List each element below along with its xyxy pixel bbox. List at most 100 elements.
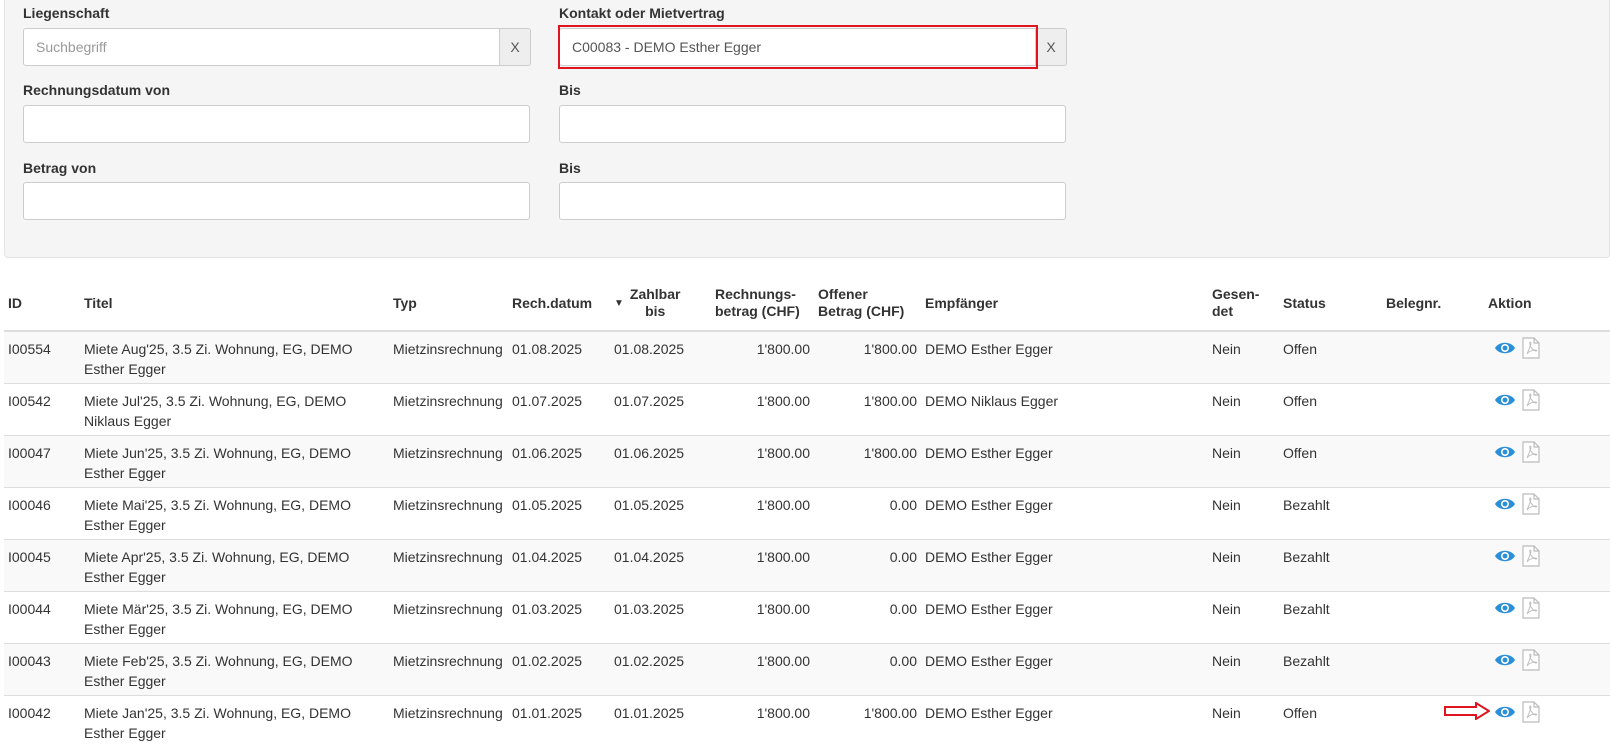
table-row[interactable]: I00043Miete Feb'25, 3.5 Zi. Wohnung, EG,… <box>4 644 1610 696</box>
cell-receipt-number <box>1382 592 1484 644</box>
property-clear-button[interactable]: X <box>499 28 531 66</box>
cell-type: Mietzinsrechnung <box>389 488 508 540</box>
header-invoice-date[interactable]: Rech.datum <box>508 276 610 331</box>
table-row[interactable]: I00542Miete Jul'25, 3.5 Zi. Wohnung, EG,… <box>4 384 1610 436</box>
red-arrow-annotation <box>1444 702 1490 720</box>
header-action: Aktion <box>1484 276 1610 331</box>
cell-actions <box>1484 384 1610 436</box>
cell-actions <box>1484 436 1610 488</box>
header-open-line2: Betrag (CHF) <box>818 303 904 319</box>
cell-status: Bezahlt <box>1279 592 1382 644</box>
header-recipient[interactable]: Empfänger <box>921 276 1208 331</box>
table-row[interactable]: I00046Miete Mai'25, 3.5 Zi. Wohnung, EG,… <box>4 488 1610 540</box>
cell-recipient: DEMO Esther Egger <box>921 331 1208 384</box>
table-row[interactable]: I00045Miete Apr'25, 3.5 Zi. Wohnung, EG,… <box>4 540 1610 592</box>
cell-sent: Nein <box>1208 592 1279 644</box>
pdf-icon[interactable] <box>1522 443 1540 459</box>
pdf-icon[interactable] <box>1522 703 1540 719</box>
cell-title: Miete Apr'25, 3.5 Zi. Wohnung, EG, DEMO … <box>80 540 389 592</box>
cell-type: Mietzinsrechnung <box>389 540 508 592</box>
date-to-input[interactable] <box>559 105 1066 143</box>
cell-open-amount: 0.00 <box>814 644 921 696</box>
cell-status: Offen <box>1279 331 1382 384</box>
cell-type: Mietzinsrechnung <box>389 644 508 696</box>
cell-id: I00044 <box>4 592 80 644</box>
cell-type: Mietzinsrechnung <box>389 384 508 436</box>
cell-title: Miete Aug'25, 3.5 Zi. Wohnung, EG, DEMO … <box>80 331 389 384</box>
header-open-amount[interactable]: OffenerBetrag (CHF) <box>814 276 921 331</box>
cell-payable-until: 01.03.2025 <box>610 592 711 644</box>
pdf-icon[interactable] <box>1522 651 1540 667</box>
cell-actions <box>1484 644 1610 696</box>
cell-invoice-date: 01.04.2025 <box>508 540 610 592</box>
cell-invoice-date: 01.06.2025 <box>508 436 610 488</box>
table-row[interactable]: I00554Miete Aug'25, 3.5 Zi. Wohnung, EG,… <box>4 331 1610 384</box>
eye-icon[interactable] <box>1494 547 1516 563</box>
header-payable-until[interactable]: ▼Zahlbarbis <box>610 276 711 331</box>
table-row[interactable]: I00042Miete Jan'25, 3.5 Zi. Wohnung, EG,… <box>4 696 1610 747</box>
header-id[interactable]: ID <box>4 276 80 331</box>
contact-clear-button[interactable]: X <box>1035 28 1067 66</box>
pdf-icon[interactable] <box>1522 339 1540 355</box>
header-title[interactable]: Titel <box>80 276 389 331</box>
cell-sent: Nein <box>1208 696 1279 747</box>
cell-title: Miete Mär'25, 3.5 Zi. Wohnung, EG, DEMO … <box>80 592 389 644</box>
header-type[interactable]: Typ <box>389 276 508 331</box>
cell-open-amount: 1'800.00 <box>814 436 921 488</box>
header-sent[interactable]: Gesen-det <box>1208 276 1279 331</box>
amount-from-input[interactable] <box>23 182 530 220</box>
cell-id: I00042 <box>4 696 80 747</box>
table-row[interactable]: I00044Miete Mär'25, 3.5 Zi. Wohnung, EG,… <box>4 592 1610 644</box>
cell-open-amount: 0.00 <box>814 540 921 592</box>
eye-icon[interactable] <box>1494 651 1516 667</box>
cell-recipient: DEMO Esther Egger <box>921 696 1208 747</box>
contact-highlight-box <box>558 25 1038 69</box>
eye-icon[interactable] <box>1494 495 1516 511</box>
cell-recipient: DEMO Esther Egger <box>921 644 1208 696</box>
cell-actions <box>1484 331 1610 384</box>
cell-id: I00043 <box>4 644 80 696</box>
amount-to-input[interactable] <box>559 182 1066 220</box>
cell-recipient: DEMO Esther Egger <box>921 540 1208 592</box>
cell-receipt-number <box>1382 331 1484 384</box>
pdf-icon[interactable] <box>1522 391 1540 407</box>
cell-invoice-amount: 1'800.00 <box>711 488 814 540</box>
cell-payable-until: 01.02.2025 <box>610 644 711 696</box>
header-invoice-amount[interactable]: Rechnungs-betrag (CHF) <box>711 276 814 331</box>
header-payable-line1: Zahlbar <box>630 286 681 302</box>
cell-id: I00047 <box>4 436 80 488</box>
cell-status: Bezahlt <box>1279 540 1382 592</box>
cell-open-amount: 1'800.00 <box>814 331 921 384</box>
cell-receipt-number <box>1382 436 1484 488</box>
header-status[interactable]: Status <box>1279 276 1382 331</box>
cell-payable-until: 01.01.2025 <box>610 696 711 747</box>
date-from-input[interactable] <box>23 105 530 143</box>
table-row[interactable]: I00047Miete Jun'25, 3.5 Zi. Wohnung, EG,… <box>4 436 1610 488</box>
property-search-input[interactable]: Suchbegriff <box>23 28 501 66</box>
header-open-line1: Offener <box>818 286 868 302</box>
pdf-icon[interactable] <box>1522 547 1540 563</box>
eye-icon[interactable] <box>1494 391 1516 407</box>
cell-invoice-date: 01.05.2025 <box>508 488 610 540</box>
eye-icon[interactable] <box>1494 599 1516 615</box>
cell-sent: Nein <box>1208 436 1279 488</box>
cell-title: Miete Jun'25, 3.5 Zi. Wohnung, EG, DEMO … <box>80 436 389 488</box>
cell-type: Mietzinsrechnung <box>389 592 508 644</box>
header-receipt-number[interactable]: Belegnr. <box>1382 276 1484 331</box>
cell-invoice-amount: 1'800.00 <box>711 696 814 747</box>
pdf-icon[interactable] <box>1522 599 1540 615</box>
eye-icon[interactable] <box>1494 443 1516 459</box>
pdf-icon[interactable] <box>1522 495 1540 511</box>
cell-status: Offen <box>1279 436 1382 488</box>
eye-icon[interactable] <box>1494 703 1516 719</box>
header-amount-line1: Rechnungs- <box>715 286 796 302</box>
header-payable-line2: bis <box>645 303 665 319</box>
header-sent-line2: det <box>1212 303 1233 319</box>
eye-icon[interactable] <box>1494 339 1516 355</box>
cell-type: Mietzinsrechnung <box>389 436 508 488</box>
header-amount-line2: betrag (CHF) <box>715 303 800 319</box>
cell-invoice-amount: 1'800.00 <box>711 436 814 488</box>
cell-receipt-number <box>1382 384 1484 436</box>
cell-open-amount: 0.00 <box>814 488 921 540</box>
cell-type: Mietzinsrechnung <box>389 696 508 747</box>
